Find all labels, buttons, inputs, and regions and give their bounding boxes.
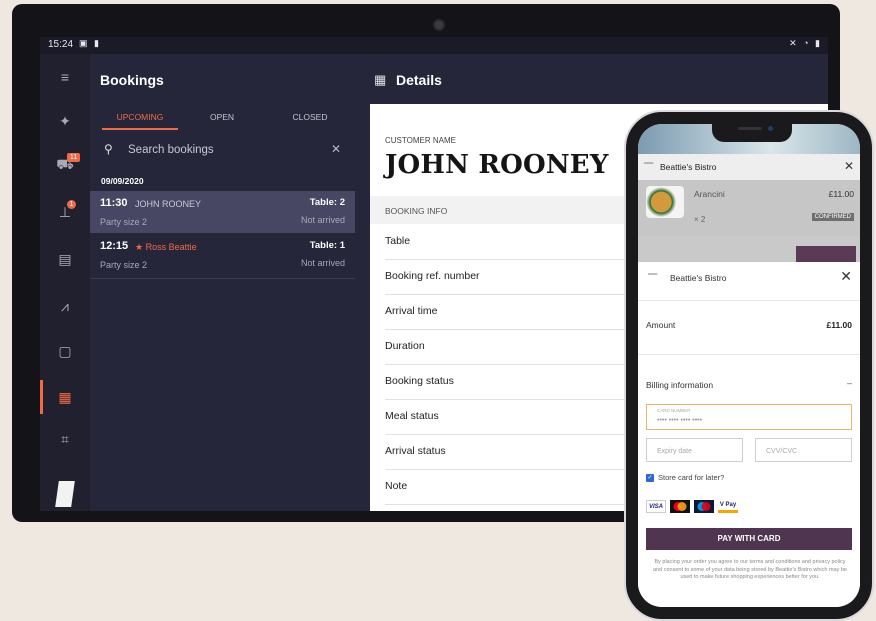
booking-name: JOHN ROONEY: [135, 199, 202, 209]
search-icon: ⚲: [104, 142, 113, 156]
analytics-icon[interactable]: ⩘: [40, 291, 90, 321]
order-header: ▔▔ Beattie's Bistro ✕: [638, 154, 860, 180]
date-header: 09/09/2020: [101, 176, 144, 186]
expiry-date-field[interactable]: Expiry date: [646, 438, 743, 462]
tab-open[interactable]: OPEN: [178, 112, 266, 122]
info-row-label: Arrival time: [385, 305, 438, 317]
sheet-brand: Beattie's Bistro: [670, 273, 727, 283]
info-row-label: Arrival status: [385, 445, 446, 457]
phone-device: ▔▔ Beattie's Bistro ✕ Arancini £11.00 × …: [624, 110, 874, 621]
system-tray-icons: ✕ ◔ ▮: [789, 38, 822, 48]
android-icon[interactable]: ✦: [40, 106, 90, 136]
legal-text: By placing your order you agree to our t…: [653, 559, 847, 581]
card-brands: VISA V Pay: [646, 500, 738, 514]
booking-info-label: BOOKING INFO: [385, 206, 448, 216]
vpay-icon: V Pay: [718, 500, 738, 513]
cart-icon[interactable]: ⛟ 11: [40, 150, 90, 180]
app-logo: [55, 481, 75, 507]
customer-name-label: CUSTOMER NAME: [385, 136, 456, 145]
calendar-icon[interactable]: ▦: [40, 380, 90, 414]
collapse-icon[interactable]: –: [847, 378, 852, 388]
booking-row[interactable]: 11:30 JOHN ROONEY Table: 2 Party size 2 …: [90, 191, 355, 233]
booking-time: 12:15: [100, 240, 129, 252]
search-bar: ⚲ ✕: [90, 140, 355, 164]
pin-icon[interactable]: ⊥ 1: [40, 197, 90, 227]
checkbox-checked-icon[interactable]: ✓: [646, 473, 654, 482]
active-tab-indicator: [102, 128, 178, 130]
card-number-placeholder: •••• •••• •••• ••••: [657, 417, 703, 424]
booking-status: Not arrived: [300, 215, 345, 225]
list-icon[interactable]: ▤: [40, 244, 90, 274]
amount-value: £11.00: [826, 320, 852, 330]
booking-party-size: Party size 2: [100, 217, 148, 227]
notification-icons: ▣ ▮: [79, 38, 101, 48]
item-quantity: × 2: [694, 215, 706, 224]
divider: [638, 354, 860, 355]
order-item: Arancini £11.00 × 2 CONFIRMED: [638, 180, 860, 236]
pay-with-card-button[interactable]: PAY WITH CARD: [646, 528, 852, 550]
payment-sheet: ▔▔ Beattie's Bistro ✕ Amount £11.00 Bill…: [638, 262, 860, 607]
cvv-field[interactable]: CVV/CVC: [755, 438, 852, 462]
search-input[interactable]: [128, 144, 318, 156]
bistro-logo: ▔▔: [648, 275, 658, 281]
card-number-label: CARD NUMBER: [657, 408, 691, 413]
booking-table: Table: 1: [309, 240, 345, 251]
details-title: Details: [396, 72, 442, 88]
booking-status: Not arrived: [300, 258, 345, 268]
status-badge: CONFIRMED: [811, 213, 854, 221]
list-divider: [90, 278, 355, 279]
store-card-label: Store card for later?: [658, 473, 725, 482]
speaker-grille: [738, 127, 762, 130]
info-row-label: Booking ref. number: [385, 270, 480, 282]
info-row-label: Meal status: [385, 410, 439, 422]
bookings-panel: Bookings UPCOMING OPEN CLOSED ⚲ ✕ 09/09/…: [90, 54, 370, 511]
calendar-clock-icon: ▦: [374, 72, 387, 87]
bookings-tabs: UPCOMING OPEN CLOSED: [90, 112, 355, 132]
menu-icon[interactable]: ≡: [40, 62, 90, 92]
info-row-label: Note: [385, 480, 408, 492]
divider: [638, 300, 860, 301]
billing-info-label: Billing information: [646, 380, 714, 390]
status-bar: 15:24 ▣ ▮ ✕ ◔ ▮: [40, 37, 828, 54]
clear-search-icon[interactable]: ✕: [331, 142, 341, 156]
item-price: £11.00: [828, 189, 854, 199]
booking-party-size: Party size 2: [100, 260, 148, 270]
booking-row[interactable]: 12:15 ★ Ross Beattie Table: 1 Party size…: [90, 234, 355, 276]
phone-screen: ▔▔ Beattie's Bistro ✕ Arancini £11.00 × …: [638, 124, 860, 607]
tab-upcoming[interactable]: UPCOMING: [96, 112, 184, 122]
nav-rail: ≡ ✦ ⛟ 11 ⊥ 1 ▤ ⩘ ▢ ▦ ⌗: [40, 54, 90, 511]
tablet-camera: [433, 19, 445, 31]
info-row-label: Table: [385, 235, 411, 247]
tab-closed[interactable]: CLOSED: [266, 112, 354, 122]
inbox-icon[interactable]: ▢: [40, 336, 90, 366]
food-image: [646, 186, 684, 218]
phone-notch: [712, 124, 792, 142]
qr-scan-icon[interactable]: ⌗: [40, 424, 90, 454]
cart-badge: 11: [67, 153, 80, 162]
booking-time: 11:30: [100, 197, 128, 209]
booking-table: Table: 2: [309, 197, 345, 208]
front-camera: [768, 126, 773, 131]
dimmed-background: [638, 236, 860, 262]
booking-name: ★ Ross Beattie: [135, 242, 197, 252]
item-name: Arancini: [694, 189, 725, 199]
maestro-icon: [694, 500, 714, 513]
store-card-checkbox[interactable]: ✓ Store card for later?: [646, 473, 724, 482]
customer-name: JOHN ROONEY: [385, 150, 609, 180]
bistro-logo: ▔▔: [644, 164, 654, 170]
card-number-field[interactable]: CARD NUMBER •••• •••• •••• ••••: [646, 404, 852, 430]
mastercard-icon: [670, 500, 690, 513]
bookings-title: Bookings: [100, 72, 164, 88]
info-row-label: Duration: [385, 340, 425, 352]
close-icon[interactable]: ✕: [840, 268, 852, 285]
amount-label: Amount: [646, 320, 676, 330]
header-brand: Beattie's Bistro: [660, 162, 717, 172]
status-time: 15:24: [48, 39, 74, 50]
background-button: [796, 246, 856, 262]
visa-icon: VISA: [646, 500, 666, 513]
pin-badge: 1: [67, 200, 76, 209]
info-row-label: Booking status: [385, 375, 454, 387]
details-header: ▦ Details: [370, 54, 828, 104]
close-icon[interactable]: ✕: [844, 159, 854, 173]
